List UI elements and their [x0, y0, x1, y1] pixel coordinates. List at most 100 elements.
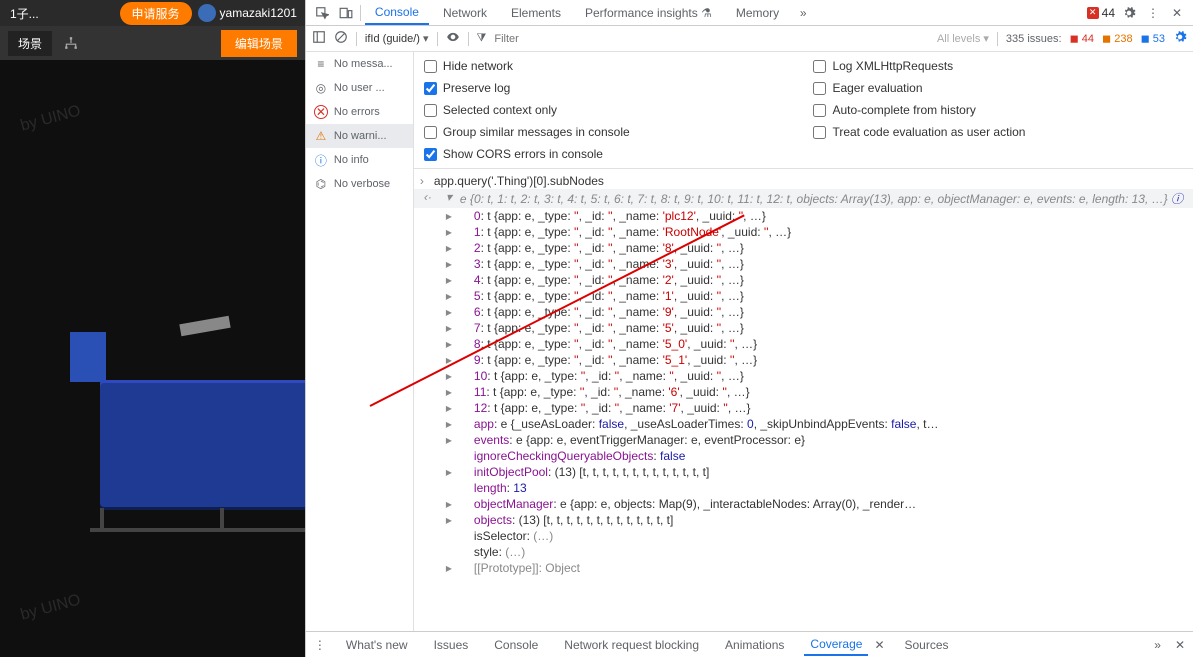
drawer-tab-sources[interactable]: Sources	[899, 635, 955, 655]
engine-model[interactable]	[60, 350, 305, 550]
close-devtools-icon[interactable]: ✕	[1167, 3, 1187, 23]
console-filterbar: ifId (guide/) ▾ ⧩ All levels ▾ 335 issue…	[306, 26, 1193, 52]
edit-scene-button[interactable]: 编辑场景	[221, 30, 297, 57]
tab-console[interactable]: Console	[365, 1, 429, 25]
device-toggle-icon[interactable]	[336, 3, 356, 23]
console-array-item[interactable]: ▸ 11: t {app: e, _type: '', _id: '', _na…	[414, 384, 1193, 400]
console-prompt-line: › app.query('.Thing')[0].subNodes	[414, 173, 1193, 189]
devtools-tabbar: Console Network Elements Performance ins…	[306, 0, 1193, 26]
console-prop-objects[interactable]: ▸ objects: (13) [t, t, t, t, t, t, t, t,…	[414, 512, 1193, 528]
chk-hide-network[interactable]: Hide network	[424, 56, 794, 76]
devtools-panel: Console Network Elements Performance ins…	[305, 0, 1193, 657]
close-tab-icon[interactable]: ✕	[874, 638, 884, 652]
filter-icon: ⧩	[477, 32, 487, 45]
more-drawer-icon[interactable]: »	[1154, 638, 1161, 652]
console-prop-proto[interactable]: ▸ [[Prototype]]: Object	[414, 560, 1193, 576]
context-selector[interactable]: ifId (guide/) ▾	[365, 32, 429, 45]
console-prop-objmgr[interactable]: ▸ objectManager: e {app: e, objects: Map…	[414, 496, 1193, 512]
more-tabs-icon[interactable]: »	[793, 3, 813, 23]
sidebar-item-messages[interactable]: ≡No messa...	[306, 52, 413, 76]
sidebar-toggle-icon[interactable]	[312, 30, 326, 47]
error-badge[interactable]: ✕44	[1087, 6, 1115, 20]
sidebar-item-user[interactable]: ◎No user ...	[306, 76, 413, 100]
issues-summary[interactable]: 335 issues: ◼ 44 ◼ 238 ◼ 53	[1006, 32, 1165, 45]
inspect-icon[interactable]	[312, 3, 332, 23]
console-output[interactable]: › app.query('.Thing')[0].subNodes ‹·▾ e …	[414, 169, 1193, 631]
drawer-tab-whatsnew[interactable]: What's new	[340, 635, 414, 655]
console-array-item[interactable]: ▸ 4: t {app: e, _type: '', _id: '', _nam…	[414, 272, 1193, 288]
username-label: yamazaki1201	[220, 6, 297, 20]
watermark: by UINO	[19, 591, 83, 624]
apply-service-button[interactable]: 申请服务	[120, 2, 192, 25]
chk-group-similar[interactable]: Group similar messages in console	[424, 122, 794, 142]
drawer-tab-animations[interactable]: Animations	[719, 635, 790, 655]
viewport-3d[interactable]: by UINO by UINO	[0, 60, 305, 657]
live-expression-icon[interactable]	[446, 30, 460, 47]
console-settings-panel: Hide network Log XMLHttpRequests Preserv…	[414, 52, 1193, 169]
chk-show-cors[interactable]: Show CORS errors in console	[424, 144, 794, 164]
chk-selected-ctx[interactable]: Selected context only	[424, 100, 794, 120]
console-settings-icon[interactable]	[1173, 30, 1187, 47]
console-array-item[interactable]: ▸ 2: t {app: e, _type: '', _id: '', _nam…	[414, 240, 1193, 256]
console-prop-style[interactable]: style: (…)	[414, 544, 1193, 560]
console-prop-events[interactable]: ▸ events: e {app: e, eventTriggerManager…	[414, 432, 1193, 448]
console-result-header[interactable]: ‹·▾ e {0: t, 1: t, 2: t, 3: t, 4: t, 5: …	[414, 189, 1193, 208]
console-array-item[interactable]: ▸ 8: t {app: e, _type: '', _id: '', _nam…	[414, 336, 1193, 352]
console-prop-isselector[interactable]: isSelector: (…)	[414, 528, 1193, 544]
sidebar-item-errors[interactable]: ✕No errors	[306, 100, 413, 124]
sidebar-item-warnings[interactable]: ⚠No warni...	[306, 124, 413, 148]
devtools-drawer: ⋮ What's new Issues Console Network requ…	[306, 631, 1193, 657]
scene-tab[interactable]: 场景	[8, 31, 52, 56]
console-array-item[interactable]: ▸ 6: t {app: e, _type: '', _id: '', _nam…	[414, 304, 1193, 320]
watermark: by UINO	[19, 102, 83, 135]
chk-eager-eval[interactable]: Eager evaluation	[813, 78, 1183, 98]
drawer-tab-issues[interactable]: Issues	[428, 635, 475, 655]
chk-log-xhr[interactable]: Log XMLHttpRequests	[813, 56, 1183, 76]
issue-info-count: ◼ 53	[1141, 32, 1165, 45]
filter-input[interactable]	[494, 33, 636, 45]
sidebar-item-verbose[interactable]: ⌬No verbose	[306, 172, 413, 196]
drawer-tab-coverage[interactable]: Coverage	[804, 634, 868, 656]
chevron-down-icon: ▾	[423, 33, 429, 45]
avatar[interactable]	[198, 4, 216, 22]
console-array-item[interactable]: ▸ 0: t {app: e, _type: '', _id: '', _nam…	[414, 208, 1193, 224]
user-icon: ◎	[314, 81, 328, 95]
issue-warn-count: ◼ 238	[1102, 32, 1133, 45]
settings-icon[interactable]	[1119, 3, 1139, 23]
chk-preserve-log[interactable]: Preserve log	[424, 78, 794, 98]
kebab-icon[interactable]: ⋮	[1143, 3, 1163, 23]
info-icon: ⓘ	[314, 153, 328, 167]
console-sidebar: ≡No messa... ◎No user ... ✕No errors ⚠No…	[306, 52, 414, 631]
levels-dropdown[interactable]: All levels ▾	[937, 32, 989, 45]
hierarchy-icon[interactable]	[64, 36, 78, 50]
console-array-item[interactable]: ▸ 3: t {app: e, _type: '', _id: '', _nam…	[414, 256, 1193, 272]
error-icon: ✕	[314, 105, 328, 119]
drawer-tab-netblock[interactable]: Network request blocking	[558, 635, 705, 655]
console-prop-ignore[interactable]: ignoreCheckingQueryableObjects: false	[414, 448, 1193, 464]
console-prop-initpool[interactable]: ▸ initObjectPool: (13) [t, t, t, t, t, t…	[414, 464, 1193, 480]
console-array-item[interactable]: ▸ 5: t {app: e, _type: '', _id: '', _nam…	[414, 288, 1193, 304]
console-array-item[interactable]: ▸ 10: t {app: e, _type: '', _id: '', _na…	[414, 368, 1193, 384]
tab-elements[interactable]: Elements	[501, 2, 571, 24]
drawer-tab-console[interactable]: Console	[488, 635, 544, 655]
chk-treat-eval[interactable]: Treat code evaluation as user action	[813, 122, 1183, 142]
console-prop-app[interactable]: ▸ app: e {_useAsLoader: false, _useAsLoa…	[414, 416, 1193, 432]
sidebar-item-info[interactable]: ⓘNo info	[306, 148, 413, 172]
tab-performance[interactable]: Performance insights ⚗	[575, 2, 722, 24]
console-prop-length[interactable]: length: 13	[414, 480, 1193, 496]
clear-console-icon[interactable]	[334, 30, 348, 47]
console-array-item[interactable]: ▸ 9: t {app: e, _type: '', _id: '', _nam…	[414, 352, 1193, 368]
console-array-item[interactable]: ▸ 1: t {app: e, _type: '', _id: '', _nam…	[414, 224, 1193, 240]
close-drawer-icon[interactable]: ✕	[1175, 638, 1185, 652]
issue-error-count: ◼ 44	[1070, 32, 1094, 45]
warning-icon: ⚠	[314, 129, 328, 143]
tab-network[interactable]: Network	[433, 2, 497, 24]
kebab-icon[interactable]: ⋮	[314, 638, 326, 652]
flask-icon: ⚗	[701, 6, 712, 20]
app-window-tabbar: 1子... 申请服务 yamazaki1201	[0, 0, 305, 26]
console-array-item[interactable]: ▸ 12: t {app: e, _type: '', _id: '', _na…	[414, 400, 1193, 416]
scene-toolbar: 场景 编辑场景	[0, 26, 305, 60]
chk-autocomplete[interactable]: Auto-complete from history	[813, 100, 1183, 120]
window-tab[interactable]: 1子...	[0, 5, 49, 22]
tab-memory[interactable]: Memory	[726, 2, 789, 24]
